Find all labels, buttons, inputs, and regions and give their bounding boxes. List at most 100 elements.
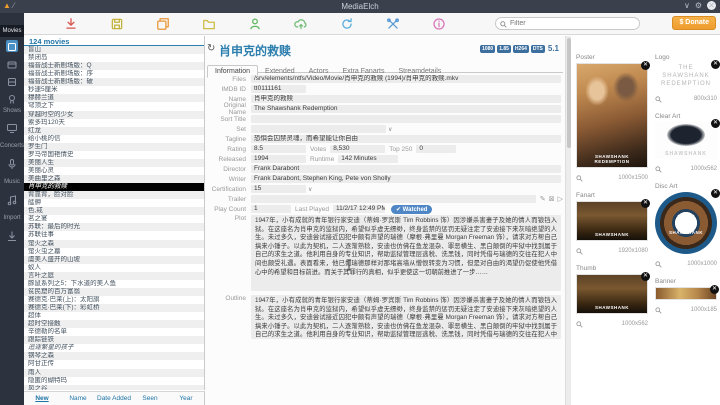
list-item[interactable]: 色,戒 bbox=[24, 207, 204, 215]
sort-tab-new[interactable]: New bbox=[24, 392, 60, 405]
settings-icon[interactable] bbox=[386, 17, 400, 31]
fanart-image[interactable]: ✕SHAWSHANK bbox=[576, 201, 648, 241]
sort-title-input[interactable] bbox=[251, 115, 561, 123]
list-item[interactable]: 给小桃的信 bbox=[24, 135, 204, 143]
tv-icon[interactable] bbox=[6, 121, 18, 133]
list-item[interactable]: 红龙 bbox=[24, 127, 204, 135]
list-item[interactable]: 穆赫兰道 bbox=[24, 94, 204, 102]
banner-image[interactable]: ✕ bbox=[655, 287, 717, 300]
list-item[interactable]: 穿越时空的少女 bbox=[24, 111, 204, 119]
play-count-input[interactable]: 1 bbox=[251, 205, 291, 213]
discart-image[interactable]: ✕SHAWSHANK bbox=[655, 192, 717, 254]
list-item[interactable]: 钢琴之森 bbox=[24, 352, 204, 360]
remove-image-icon[interactable]: ✕ bbox=[641, 272, 650, 281]
list-item[interactable]: 肖申克的救赎 bbox=[24, 183, 204, 191]
zoom-image-icon[interactable] bbox=[655, 301, 662, 319]
list-item[interactable]: 茗之宴 bbox=[24, 215, 204, 223]
list-item[interactable]: 隐匿的蝴特玛 bbox=[24, 377, 204, 385]
folder-icon[interactable] bbox=[202, 17, 216, 31]
remove-image-icon[interactable]: ✕ bbox=[641, 199, 650, 208]
list-item[interactable]: 盲山 bbox=[24, 46, 204, 54]
list-item[interactable]: 萤火之森 bbox=[24, 240, 204, 248]
list-item[interactable]: 追逐繁星的孩子 bbox=[24, 344, 204, 352]
list-item[interactable]: 秒速5厘米 bbox=[24, 86, 204, 94]
save-icon[interactable] bbox=[110, 17, 124, 31]
remove-image-icon[interactable]: ✕ bbox=[711, 119, 720, 128]
runtime-input[interactable]: 142 Minutes bbox=[338, 155, 398, 163]
list-item[interactable]: 萤火虫之墓 bbox=[24, 248, 204, 256]
original-name-input[interactable]: The Shawshank Redemption bbox=[251, 105, 561, 113]
about-icon[interactable] bbox=[432, 17, 446, 31]
play-trailer-icon[interactable]: ▷ bbox=[558, 195, 563, 203]
list-item[interactable]: 禁闭岛 bbox=[24, 54, 204, 62]
list-item[interactable]: 贫民窟的百万富翁 bbox=[24, 288, 204, 296]
trailer-input[interactable] bbox=[251, 195, 536, 203]
close-icon[interactable]: ✕ bbox=[707, 1, 716, 10]
list-item[interactable]: 超时空接触 bbox=[24, 320, 204, 328]
rename-icon[interactable] bbox=[248, 17, 262, 31]
list-item[interactable]: 超体 bbox=[24, 312, 204, 320]
thumb-image[interactable]: ✕SHAWSHANK bbox=[576, 274, 648, 314]
last-played-input[interactable]: 11/2/17 12:49 PM bbox=[333, 205, 385, 213]
remove-image-icon[interactable]: ✕ bbox=[711, 189, 720, 198]
rating-input[interactable]: 8.5 bbox=[251, 145, 306, 153]
remove-image-icon[interactable]: ✕ bbox=[710, 285, 719, 294]
list-item[interactable]: 美丽人生 bbox=[24, 159, 204, 167]
list-item[interactable]: 美丽心灵 bbox=[24, 167, 204, 175]
sort-tab-date-added[interactable]: Date Added bbox=[96, 392, 132, 405]
sidebar-item-import[interactable]: Import bbox=[0, 215, 24, 221]
cloud-upload-icon[interactable] bbox=[294, 17, 308, 31]
list-item[interactable]: 背靠背，脸对脸 bbox=[24, 191, 204, 199]
sidebar-item-music[interactable]: Music bbox=[0, 179, 24, 185]
zoom-image-icon[interactable] bbox=[576, 315, 583, 333]
list-item[interactable]: 福音战士新剧场版：Q bbox=[24, 62, 204, 70]
zoom-image-icon[interactable] bbox=[576, 242, 583, 260]
list-item[interactable]: 美曲里之森 bbox=[24, 175, 204, 183]
list-item[interactable]: 言叶之庭 bbox=[24, 272, 204, 280]
certification-select[interactable]: 15 bbox=[251, 185, 306, 193]
set-select[interactable] bbox=[251, 125, 386, 133]
list-item[interactable]: 跟踪链铁 bbox=[24, 336, 204, 344]
clearart-image[interactable]: ✕SHAWSHANK bbox=[655, 122, 717, 159]
list-item[interactable]: 雨人 bbox=[24, 369, 204, 377]
zoom-image-icon[interactable] bbox=[655, 255, 662, 273]
edit-trailer-icon[interactable]: ✎ bbox=[540, 195, 546, 203]
list-item[interactable]: 罗生门 bbox=[24, 143, 204, 151]
microphone-icon[interactable] bbox=[6, 157, 18, 169]
plot-textarea[interactable]: 1947年，小有成就的青年银行家安迪（蒂姆·罗宾斯 Tim Robbins 饰）… bbox=[251, 215, 561, 291]
remove-image-icon[interactable]: ✕ bbox=[711, 60, 720, 69]
movies-icon[interactable] bbox=[6, 40, 18, 52]
imdb-input[interactable]: tt0111161 bbox=[251, 85, 306, 93]
save-all-icon[interactable] bbox=[156, 17, 170, 31]
list-item[interactable]: 虞美人盛开的山坡 bbox=[24, 256, 204, 264]
list-item[interactable]: 索多玛120天 bbox=[24, 119, 204, 127]
gear-icon[interactable]: ⚙ bbox=[695, 1, 702, 10]
list-item[interactable]: 风之谷 bbox=[24, 385, 204, 390]
director-input[interactable]: Frank Darabont bbox=[251, 165, 561, 173]
sidebar-item-movies[interactable]: Movies bbox=[0, 25, 24, 37]
genres-icon[interactable] bbox=[6, 75, 18, 87]
logo-image[interactable]: ✕THE SHAWSHANK REDEMPTION bbox=[655, 63, 717, 89]
reload-icon[interactable] bbox=[64, 17, 78, 31]
music-note-icon[interactable] bbox=[6, 193, 18, 205]
zoom-image-icon[interactable] bbox=[576, 169, 583, 187]
movie-sets-icon[interactable] bbox=[6, 58, 18, 70]
remove-trailer-icon[interactable]: ⊠ bbox=[549, 195, 555, 203]
refresh-icon[interactable] bbox=[340, 17, 354, 31]
list-item[interactable]: 穹顶之下 bbox=[24, 102, 204, 110]
writer-input[interactable]: Frank Darabont, Stephen King, Pete von S… bbox=[251, 175, 561, 183]
list-item[interactable]: 艋舺 bbox=[24, 199, 204, 207]
sort-tab-name[interactable]: Name bbox=[60, 392, 96, 405]
tagline-input[interactable]: 恐惧会囚禁灵魂，而希望能让你自由 bbox=[251, 135, 561, 143]
list-item[interactable]: 福音战士新剧场版：破 bbox=[24, 78, 204, 86]
sort-tab-seen[interactable]: Seen bbox=[132, 392, 168, 405]
sidebar-item-shows[interactable]: Shows bbox=[0, 108, 24, 114]
list-item[interactable]: 赛德克·巴莱(上)：太阳旗 bbox=[24, 296, 204, 304]
filter-search-box[interactable] bbox=[495, 17, 640, 30]
name-input[interactable]: 肖申克的救赎 bbox=[251, 95, 561, 103]
list-item[interactable]: 苏联：最后的时光 bbox=[24, 223, 204, 231]
chevron-down-icon[interactable]: ∨ bbox=[684, 1, 690, 10]
filter-input[interactable] bbox=[510, 20, 635, 27]
list-item[interactable]: 苏联往事 bbox=[24, 231, 204, 239]
list-item[interactable]: 福音战士新剧场版：序 bbox=[24, 70, 204, 78]
